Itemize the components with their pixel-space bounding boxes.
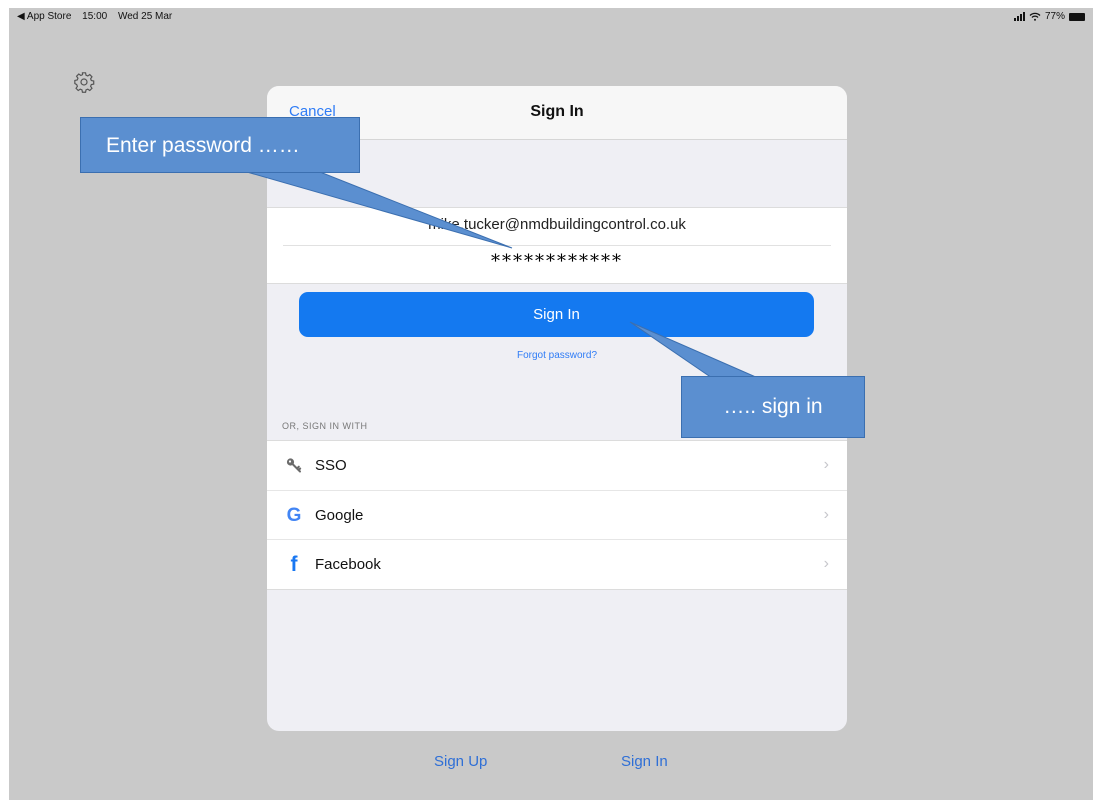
callout-sign-in: ….. sign in (681, 376, 865, 438)
callout-enter-password: Enter password …… (80, 117, 360, 173)
callout-tail-signin (629, 321, 759, 379)
callout-tail-password (239, 169, 513, 249)
